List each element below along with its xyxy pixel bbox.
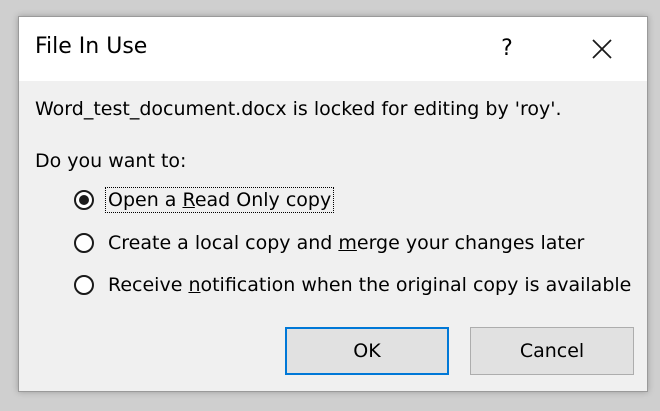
file-in-use-dialog: File In Use ? Word_test_document.docx is… — [18, 16, 648, 392]
option-label: Create a local copy and merge your chang… — [108, 232, 585, 254]
choice-prompt: Do you want to: — [35, 150, 187, 172]
radio-notification[interactable] — [74, 275, 94, 295]
option-local-copy-merge[interactable]: Create a local copy and merge your chang… — [74, 228, 586, 258]
radio-read-only[interactable] — [74, 190, 94, 210]
help-button[interactable]: ? — [489, 31, 525, 67]
ok-button[interactable]: OK — [285, 327, 449, 375]
dialog-title: File In Use — [35, 34, 148, 59]
option-label: Open a Read Only copy — [104, 187, 335, 213]
option-open-read-only[interactable]: Open a Read Only copy — [74, 185, 335, 215]
option-label: Receive notification when the original c… — [108, 274, 632, 296]
cancel-button[interactable]: Cancel — [470, 327, 634, 375]
close-icon[interactable] — [584, 31, 620, 67]
lock-message: Word_test_document.docx is locked for ed… — [35, 98, 562, 120]
option-receive-notification[interactable]: Receive notification when the original c… — [74, 270, 633, 300]
title-bar: File In Use ? — [19, 17, 647, 81]
radio-local-copy[interactable] — [74, 233, 94, 253]
